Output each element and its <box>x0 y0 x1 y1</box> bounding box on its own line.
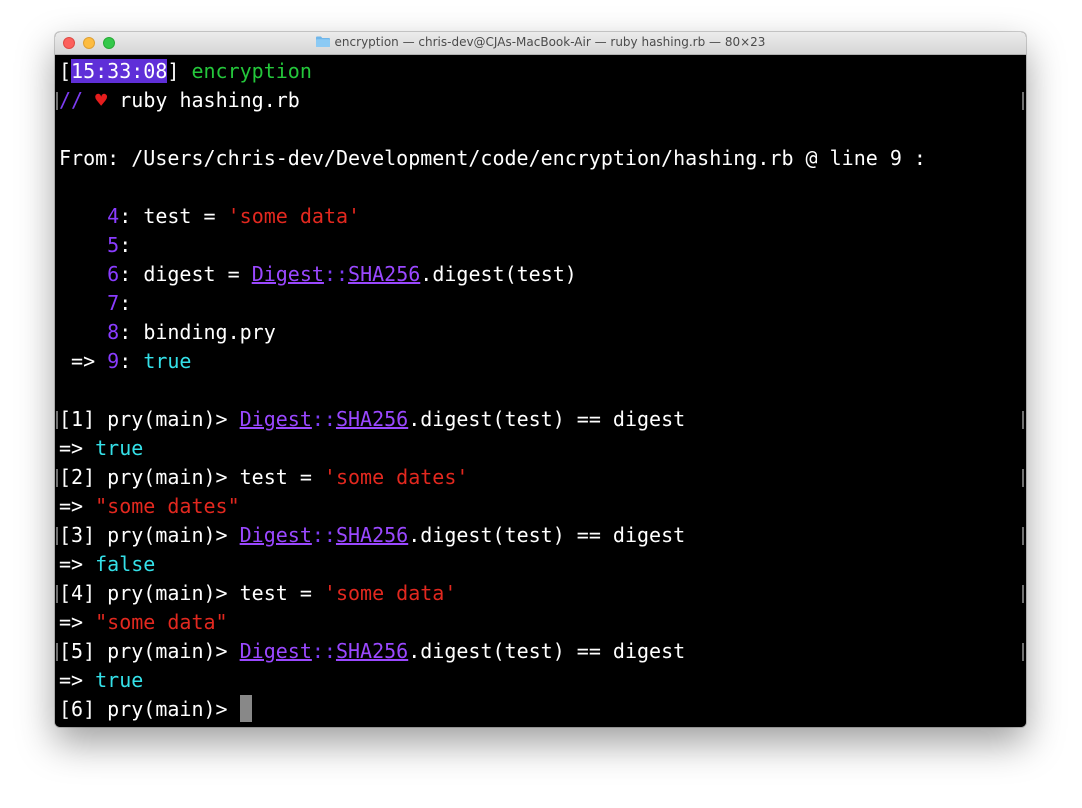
source-line-8: 8: binding.pry <box>107 320 276 344</box>
code-text: test = <box>143 204 228 228</box>
repl-input-4: [4] pry(main)> test = 'some data' <box>56 579 1026 608</box>
line-marker <box>1022 643 1024 661</box>
source-line-4: 4: test = 'some data' <box>107 204 361 228</box>
line-marker <box>1022 527 1024 545</box>
code-text: digest = <box>143 262 252 286</box>
line-marker <box>56 411 58 429</box>
terminal-content[interactable]: [15:33:08] encryption // ♥ ruby hashing.… <box>55 55 1026 727</box>
title-bar[interactable]: encryption — chris-dev@CJAs-MacBook-Air … <box>55 32 1026 55</box>
line-marker <box>1022 469 1024 487</box>
line-marker <box>1022 92 1024 110</box>
repl-output-5: => true <box>59 666 1026 695</box>
command-text: ruby hashing.rb <box>119 88 300 112</box>
constant-sha256: SHA256 <box>348 262 421 286</box>
text-cursor[interactable] <box>239 695 252 722</box>
repl-output-1: => true <box>59 434 1026 463</box>
window-title: encryption — chris-dev@CJAs-MacBook-Air … <box>334 35 766 49</box>
code-text: .digest(test) <box>420 262 577 286</box>
folder-icon <box>315 36 330 47</box>
repl-output-2: => "some dates" <box>59 492 1026 521</box>
scope-separator: :: <box>311 523 336 547</box>
result-arrow: => <box>59 494 96 518</box>
repl-prompt: [4] pry(main)> <box>59 581 240 605</box>
window-title-container: encryption — chris-dev@CJAs-MacBook-Air … <box>55 35 1026 49</box>
code-text: test = <box>239 465 324 489</box>
repl-prompt: [1] pry(main)> <box>59 407 240 431</box>
line-number: 6 <box>107 262 120 286</box>
line-marker <box>1022 411 1024 429</box>
line-number: 8 <box>107 320 120 344</box>
prompt-line: [15:33:08] encryption <box>59 57 1026 86</box>
result-value: "some data" <box>95 610 228 634</box>
code-text: binding.pry <box>143 320 276 344</box>
repl-output-3: => false <box>59 550 1026 579</box>
result-arrow: => <box>59 668 96 692</box>
string-literal: 'some dates' <box>323 465 469 489</box>
constant-digest: Digest <box>239 639 312 663</box>
prompt-directory: encryption <box>191 59 312 83</box>
constant-digest: Digest <box>239 523 312 547</box>
line-marker <box>56 469 58 487</box>
result-value: "some dates" <box>95 494 240 518</box>
line-marker <box>1022 585 1024 603</box>
line-marker <box>56 643 58 661</box>
from-line: From: /Users/chris-dev/Development/code/… <box>59 146 926 170</box>
string-literal: 'some data' <box>323 581 457 605</box>
constant-sha256: SHA256 <box>335 407 409 431</box>
repl-input-3: [3] pry(main)> Digest::SHA256.digest(tes… <box>56 521 1026 550</box>
repl-prompt: [3] pry(main)> <box>59 523 240 547</box>
line-number: 4 <box>107 204 120 228</box>
bracket-text: ] <box>167 59 180 83</box>
scope-separator: :: <box>311 407 336 431</box>
repl-input-1: [1] pry(main)> Digest::SHA256.digest(tes… <box>56 405 1026 434</box>
line-marker <box>56 585 58 603</box>
result-arrow: => <box>59 436 96 460</box>
prompt-timestamp: 15:33:08 <box>71 59 168 83</box>
repl-input-6-active[interactable]: [6] pry(main)> <box>59 695 1026 724</box>
boolean-literal: true <box>143 349 192 373</box>
repl-output-4: => "some data" <box>59 608 1026 637</box>
terminal-window: encryption — chris-dev@CJAs-MacBook-Air … <box>55 32 1026 727</box>
repl-prompt: [6] pry(main)> <box>59 697 240 721</box>
repl-prompt: [2] pry(main)> <box>59 465 240 489</box>
source-line-6: 6: digest = Digest::SHA256.digest(test) <box>107 262 577 286</box>
source-line-7: 7: <box>107 291 132 315</box>
source-line-9-current: => 9: true <box>59 349 192 373</box>
current-line-arrow: => <box>59 349 108 373</box>
constant-digest: Digest <box>251 262 324 286</box>
result-arrow: => <box>59 610 96 634</box>
result-value: true <box>95 436 144 460</box>
string-literal: 'some data' <box>227 204 361 228</box>
result-value: false <box>95 552 156 576</box>
code-text: .digest(test) == digest <box>408 639 686 663</box>
bracket-text: [ <box>59 59 72 83</box>
result-arrow: => <box>59 552 96 576</box>
code-text: test = <box>239 581 324 605</box>
scope-separator: :: <box>311 639 336 663</box>
command-line: // ♥ ruby hashing.rb <box>56 86 1026 115</box>
line-number: 9 <box>107 349 120 373</box>
repl-prompt: [5] pry(main)> <box>59 639 240 663</box>
constant-digest: Digest <box>239 407 312 431</box>
line-marker <box>56 527 58 545</box>
repl-input-2: [2] pry(main)> test = 'some dates' <box>56 463 1026 492</box>
code-text: .digest(test) == digest <box>408 407 686 431</box>
constant-sha256: SHA256 <box>335 523 409 547</box>
source-line-5: 5: <box>107 233 132 257</box>
scope-separator: :: <box>323 262 349 286</box>
line-number: 7 <box>107 291 120 315</box>
result-value: true <box>95 668 144 692</box>
code-text: .digest(test) == digest <box>408 523 686 547</box>
prompt-slashes: // <box>59 88 84 112</box>
line-marker <box>56 92 58 110</box>
line-number: 5 <box>107 233 120 257</box>
repl-input-5: [5] pry(main)> Digest::SHA256.digest(tes… <box>56 637 1026 666</box>
heart-icon: ♥ <box>95 88 108 112</box>
constant-sha256: SHA256 <box>335 639 409 663</box>
